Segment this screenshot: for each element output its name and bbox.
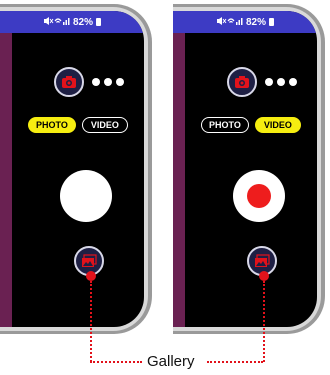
mode-toggle: PHOTO VIDEO (201, 117, 301, 133)
photo-shutter-button[interactable] (60, 170, 112, 222)
gallery-callout-label: Gallery (147, 353, 195, 370)
status-bar: 82% (0, 11, 144, 33)
edge-panel (173, 33, 185, 327)
edge-panel (0, 33, 12, 327)
callout-dot-left (86, 271, 96, 281)
camera-switch-button[interactable] (54, 67, 84, 97)
callout-line-left (90, 281, 92, 362)
camera-screen-video: 82% PHOTO VIDEO (173, 11, 317, 327)
video-record-button[interactable] (233, 170, 285, 222)
phone-bezel: 82% PHOTO VIDEO (0, 7, 148, 331)
record-icon (247, 184, 271, 208)
callout-dot-right (259, 271, 269, 281)
battery-icon (269, 18, 274, 26)
photo-mode-button[interactable]: PHOTO (201, 117, 249, 133)
gallery-icon (255, 254, 270, 267)
phone-frame-video: 82% PHOTO VIDEO (173, 4, 325, 334)
signal-icons (43, 17, 70, 25)
callout-line-left-h (90, 361, 142, 363)
camera-screen-photo: 82% PHOTO VIDEO (0, 11, 144, 327)
photo-mode-button[interactable]: PHOTO (28, 117, 76, 133)
phone-frame-photo: 82% PHOTO VIDEO (0, 4, 152, 334)
phone-bezel: 82% PHOTO VIDEO (173, 7, 321, 331)
battery-percent: 82% (72, 16, 93, 28)
camera-switch-button[interactable] (227, 67, 257, 97)
status-bar: 82% (173, 11, 317, 33)
video-mode-button[interactable]: VIDEO (254, 117, 301, 133)
camera-switch-icon (235, 76, 249, 88)
video-mode-button[interactable]: VIDEO (81, 117, 128, 133)
more-options-icon[interactable] (265, 78, 297, 86)
mode-toggle: PHOTO VIDEO (28, 117, 128, 133)
battery-icon (96, 18, 101, 26)
camera-switch-icon (62, 76, 76, 88)
callout-line-right-h (207, 361, 263, 363)
more-options-icon[interactable] (92, 78, 124, 86)
gallery-icon (82, 254, 97, 267)
battery-percent: 82% (245, 16, 266, 28)
callout-line-right (263, 281, 265, 362)
status-icons (43, 16, 71, 28)
status-icons (216, 16, 244, 28)
signal-icons (216, 17, 243, 25)
